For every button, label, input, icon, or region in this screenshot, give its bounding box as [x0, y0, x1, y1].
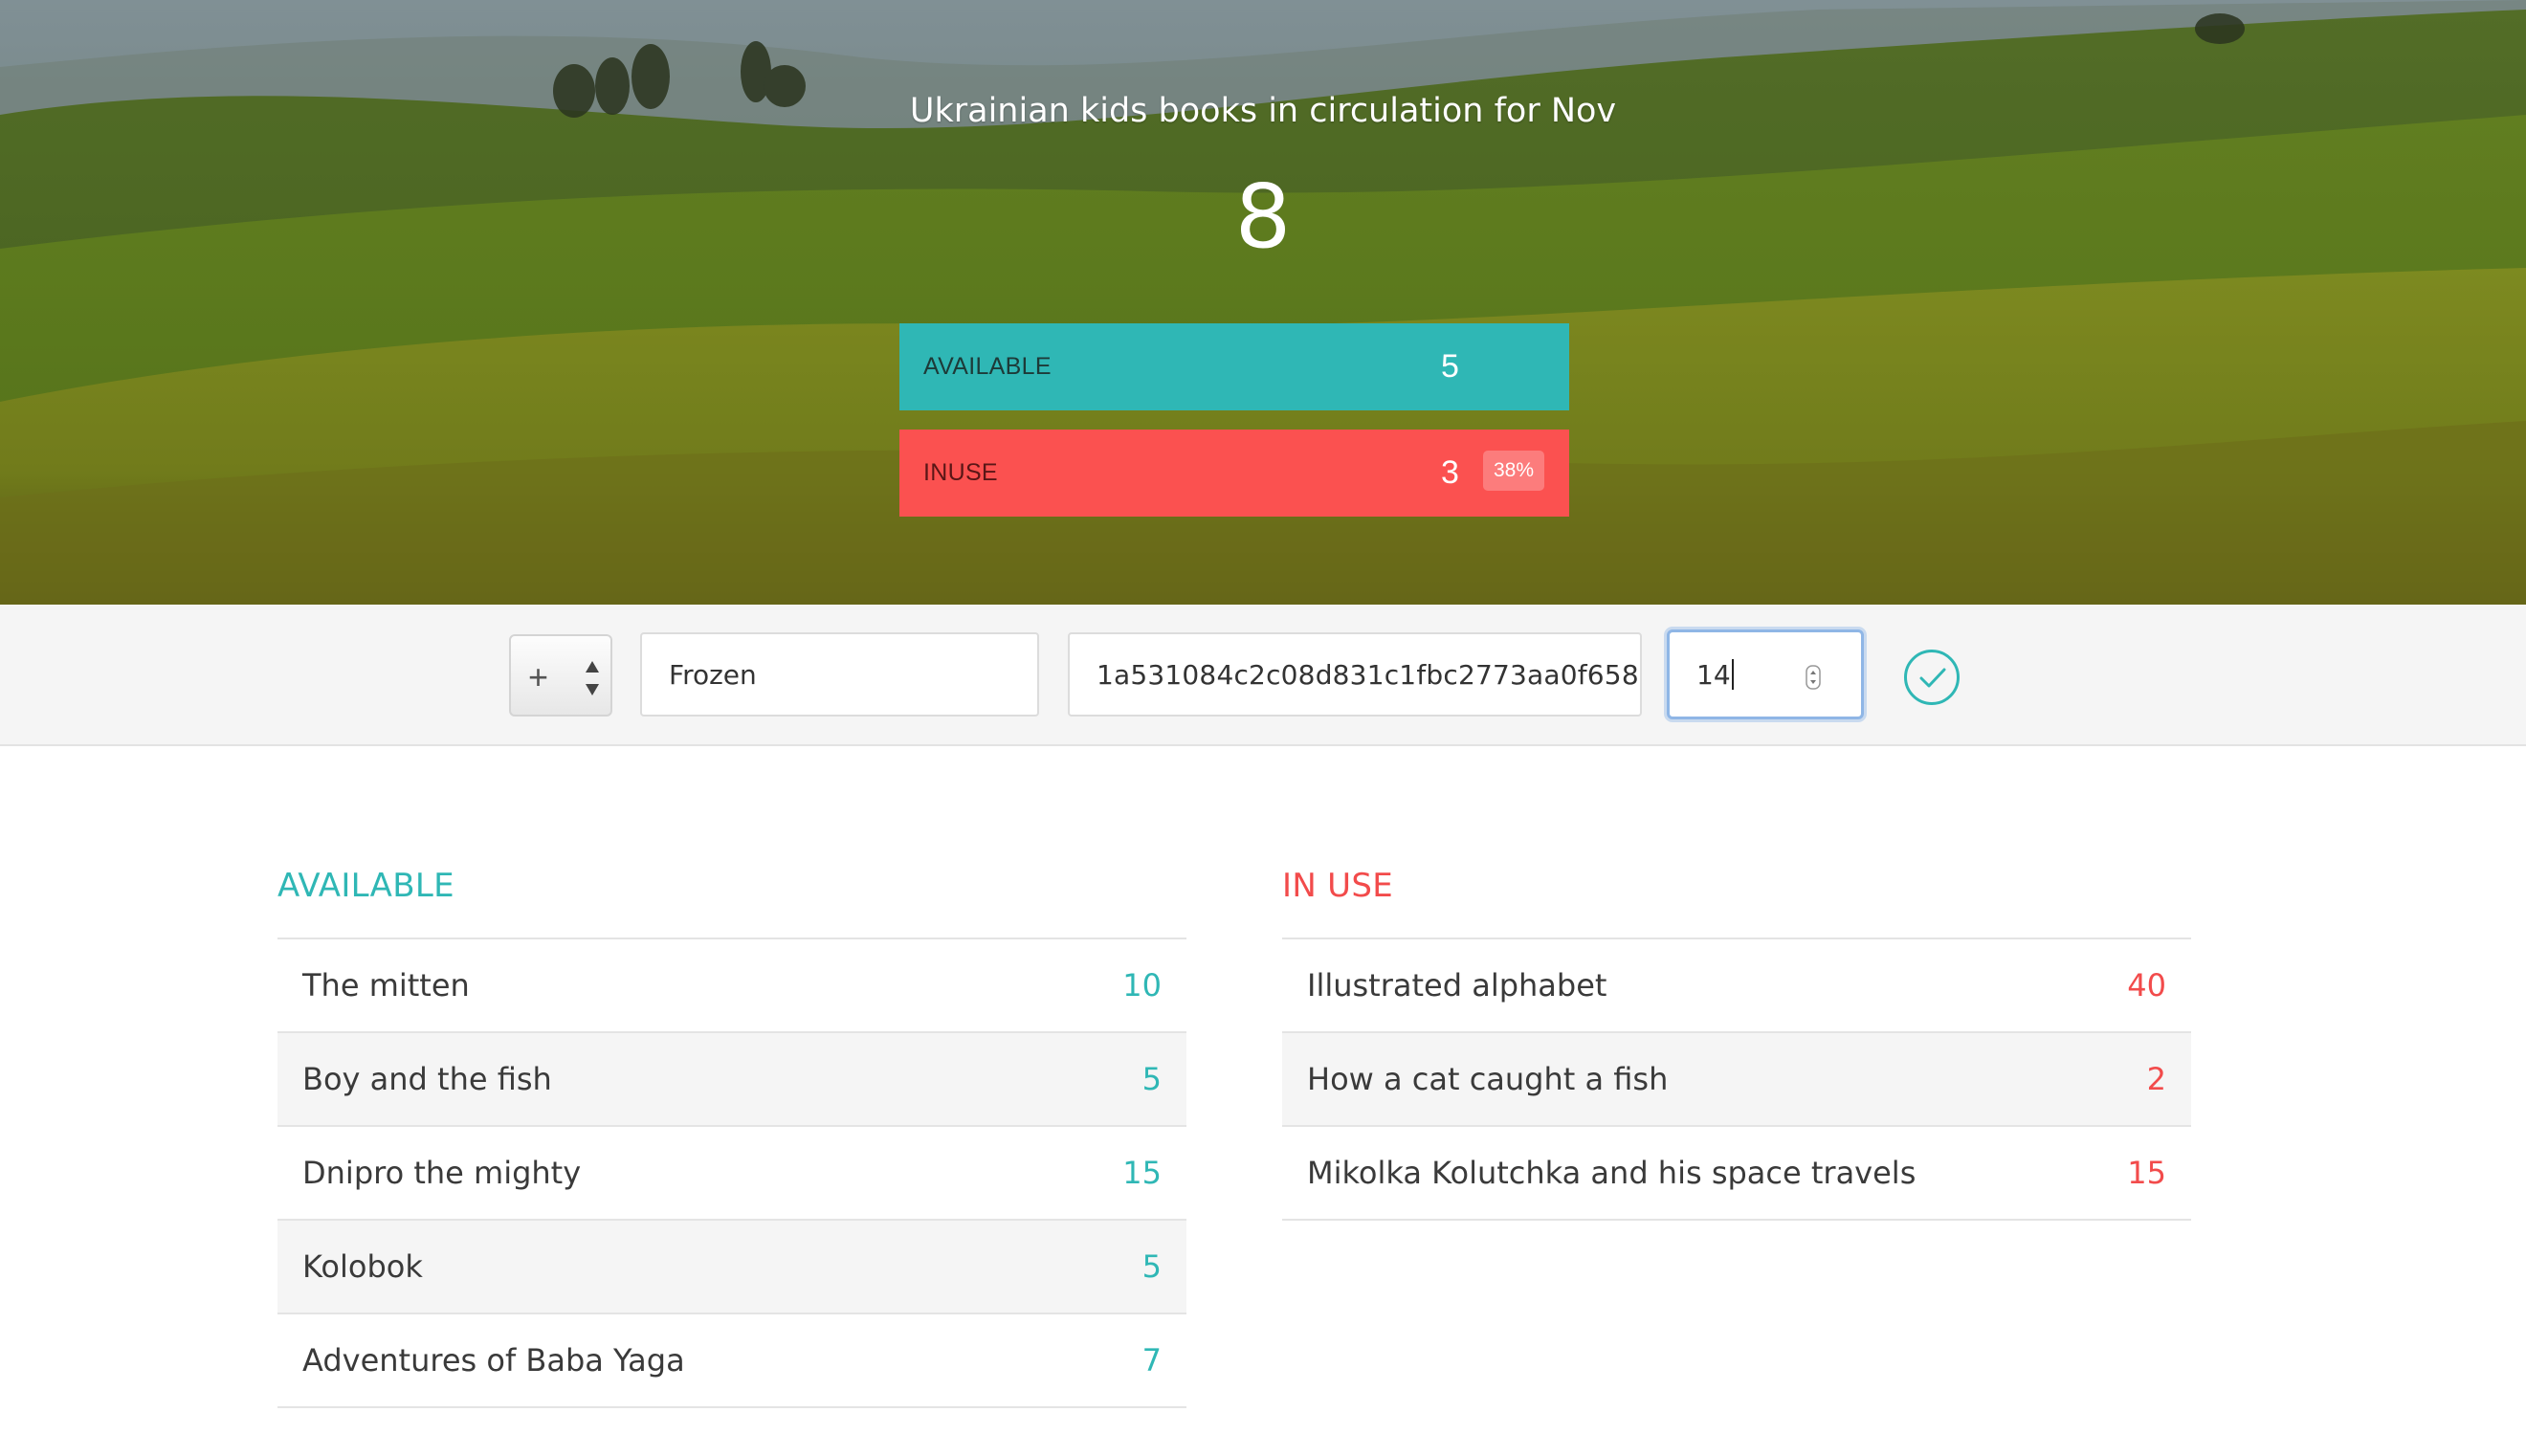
- inuse-list: Illustrated alphabet 40 How a cat caught…: [1282, 938, 2191, 1221]
- available-heading: AVAILABLE: [277, 867, 454, 905]
- inuse-percent-badge: 38%: [1483, 451, 1545, 491]
- check-circle-icon: [1919, 668, 1946, 688]
- book-name: Mikolka Kolutchka and his space travels: [1307, 1155, 1917, 1191]
- book-count: 5: [1141, 1248, 1162, 1285]
- book-name: Adventures of Baba Yaga: [302, 1342, 685, 1379]
- list-item[interactable]: Adventures of Baba Yaga 7: [277, 1314, 1186, 1408]
- type-select-value: +: [528, 657, 549, 696]
- quantity-stepper[interactable]: 14: [1667, 629, 1864, 719]
- spinner-icon[interactable]: [1806, 665, 1821, 690]
- inuse-stat-label: INUSE: [923, 459, 998, 486]
- available-stat-count: 5: [1441, 348, 1459, 385]
- book-name: Illustrated alphabet: [1307, 967, 1607, 1004]
- book-count: 40: [2127, 967, 2166, 1004]
- inuse-section: IN USE Illustrated alphabet 40 How a cat…: [1282, 861, 2191, 1221]
- hero-banner: Ukrainian kids books in circulation for …: [0, 0, 2526, 605]
- book-name: Kolobok: [302, 1248, 423, 1285]
- book-name: Boy and the fish: [302, 1061, 552, 1097]
- list-item[interactable]: Illustrated alphabet 40: [1282, 939, 2191, 1033]
- book-count: 10: [1122, 967, 1162, 1004]
- list-item[interactable]: Boy and the fish 5: [277, 1033, 1186, 1127]
- book-name: The mitten: [302, 967, 470, 1004]
- book-count: 15: [2127, 1155, 2166, 1191]
- quantity-value: 14: [1696, 658, 1731, 691]
- list-item[interactable]: Kolobok 5: [277, 1221, 1186, 1314]
- list-item[interactable]: Dnipro the mighty 15: [277, 1127, 1186, 1221]
- updown-arrows-icon: [586, 661, 599, 695]
- book-title-input[interactable]: Frozen: [640, 632, 1039, 717]
- inuse-stat-bar: INUSE 3 38%: [899, 430, 1569, 517]
- book-name: Dnipro the mighty: [302, 1155, 582, 1191]
- text-caret: [1731, 659, 1734, 690]
- type-select[interactable]: +: [509, 634, 612, 717]
- inuse-stat-count: 3: [1441, 454, 1459, 491]
- book-title-value: Frozen: [669, 658, 757, 691]
- book-name: How a cat caught a fish: [1307, 1061, 1669, 1097]
- list-item[interactable]: How a cat caught a fish 2: [1282, 1033, 2191, 1127]
- book-count: 7: [1141, 1342, 1162, 1379]
- book-count: 2: [2146, 1061, 2166, 1097]
- available-section: AVAILABLE The mitten 10 Boy and the fish…: [277, 861, 1186, 1408]
- book-id-input[interactable]: 1a531084c2c08d831c1fbc2773aa0f6584e: [1068, 632, 1642, 717]
- available-stat-bar: AVAILABLE 5: [899, 323, 1569, 410]
- book-id-value: 1a531084c2c08d831c1fbc2773aa0f6584e: [1097, 658, 1642, 691]
- available-list: The mitten 10 Boy and the fish 5 Dnipro …: [277, 938, 1186, 1408]
- add-book-form: + Frozen 1a531084c2c08d831c1fbc2773aa0f6…: [0, 605, 2526, 746]
- book-count: 15: [1122, 1155, 1162, 1191]
- available-stat-label: AVAILABLE: [923, 353, 1052, 380]
- list-item[interactable]: Mikolka Kolutchka and his space travels …: [1282, 1127, 2191, 1221]
- submit-button[interactable]: [1904, 650, 1960, 705]
- page-title: Ukrainian kids books in circulation for …: [909, 92, 1617, 130]
- list-item[interactable]: The mitten 10: [277, 939, 1186, 1033]
- total-count: 8: [1234, 165, 1292, 268]
- inuse-heading: IN USE: [1282, 867, 1394, 905]
- book-count: 5: [1141, 1061, 1162, 1097]
